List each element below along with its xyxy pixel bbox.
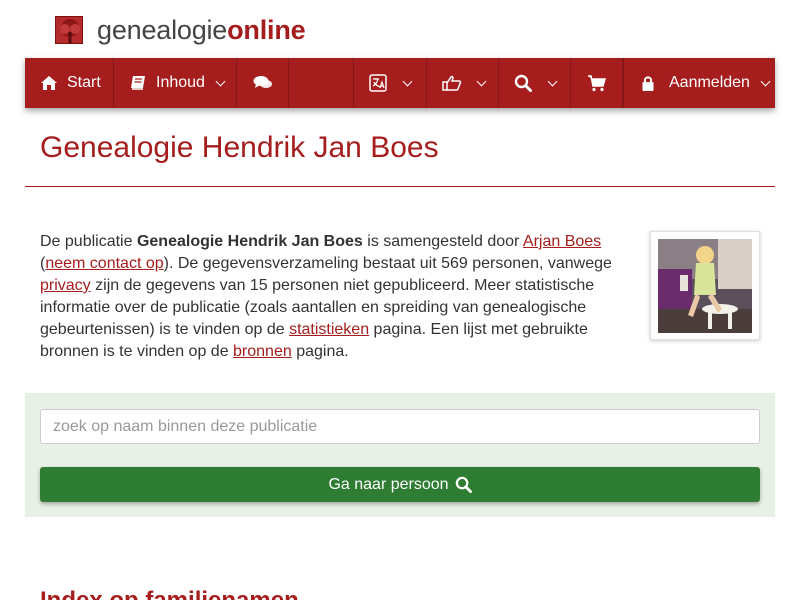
publication-name: Genealogie Hendrik Jan Boes <box>136 233 363 250</box>
contact-link[interactable]: neem contact op <box>45 255 163 272</box>
shopping-cart-icon <box>587 74 607 92</box>
chevron-down-icon <box>402 76 413 86</box>
title-divider <box>25 186 775 187</box>
lock-icon <box>641 75 655 92</box>
chevron-down-icon <box>215 76 226 86</box>
intro-text: De publicatie <box>40 233 137 250</box>
statistics-link[interactable]: statistieken <box>289 321 369 338</box>
nav-language[interactable] <box>354 58 427 108</box>
sources-link[interactable]: bronnen <box>233 343 292 360</box>
nav-inhoud-label: Inhoud <box>156 74 205 91</box>
main-navbar: Start Inhoud Aanmelden <box>25 58 775 108</box>
nav-login-label: Aanmelden <box>669 74 750 91</box>
author-photo-image <box>658 239 752 333</box>
author-link[interactable]: Arjan Boes <box>523 233 601 250</box>
nav-login[interactable]: Aanmelden <box>623 58 775 108</box>
publication-intro: De publicatie Genealogie Hendrik Jan Boe… <box>40 231 625 363</box>
tree-logo-icon <box>55 16 83 44</box>
brand-name-bold: online <box>227 15 306 45</box>
nav-cart[interactable] <box>571 58 623 108</box>
page-title: Genealogie Hendrik Jan Boes <box>40 131 439 164</box>
home-icon <box>40 75 58 91</box>
intro-text: ). De gegevensverzameling bestaat uit 56… <box>163 255 612 272</box>
privacy-link[interactable]: privacy <box>40 277 91 294</box>
nav-start-label: Start <box>67 74 101 91</box>
chevron-down-icon <box>760 76 771 86</box>
search-icon <box>455 476 472 493</box>
comments-icon <box>253 75 273 91</box>
go-to-person-label: Ga naar persoon <box>328 475 449 493</box>
intro-text: pagina. <box>291 343 349 360</box>
section-heading-surnames: Index op familienamen <box>40 586 299 600</box>
nav-inhoud[interactable]: Inhoud <box>114 58 237 108</box>
chevron-down-icon <box>547 76 558 86</box>
nav-like[interactable] <box>427 58 499 108</box>
author-photo[interactable] <box>650 231 760 340</box>
go-to-person-button[interactable]: Ga naar persoon <box>40 467 760 502</box>
nav-search[interactable] <box>499 58 571 108</box>
nav-forum[interactable] <box>237 58 289 108</box>
book-icon <box>130 75 147 91</box>
language-icon <box>369 74 387 92</box>
nav-start[interactable]: Start <box>25 58 114 108</box>
person-search-panel: Ga naar persoon <box>25 393 775 517</box>
thumbs-up-icon <box>442 75 462 91</box>
brand-logo-link[interactable]: genealogieonline <box>55 14 306 46</box>
search-icon <box>514 74 532 92</box>
intro-text: is samengesteld door <box>362 233 523 250</box>
brand-name-plain: genealogie <box>97 15 228 45</box>
brand-name: genealogieonline <box>97 15 306 45</box>
search-input[interactable] <box>40 409 760 444</box>
chevron-down-icon <box>476 76 487 86</box>
